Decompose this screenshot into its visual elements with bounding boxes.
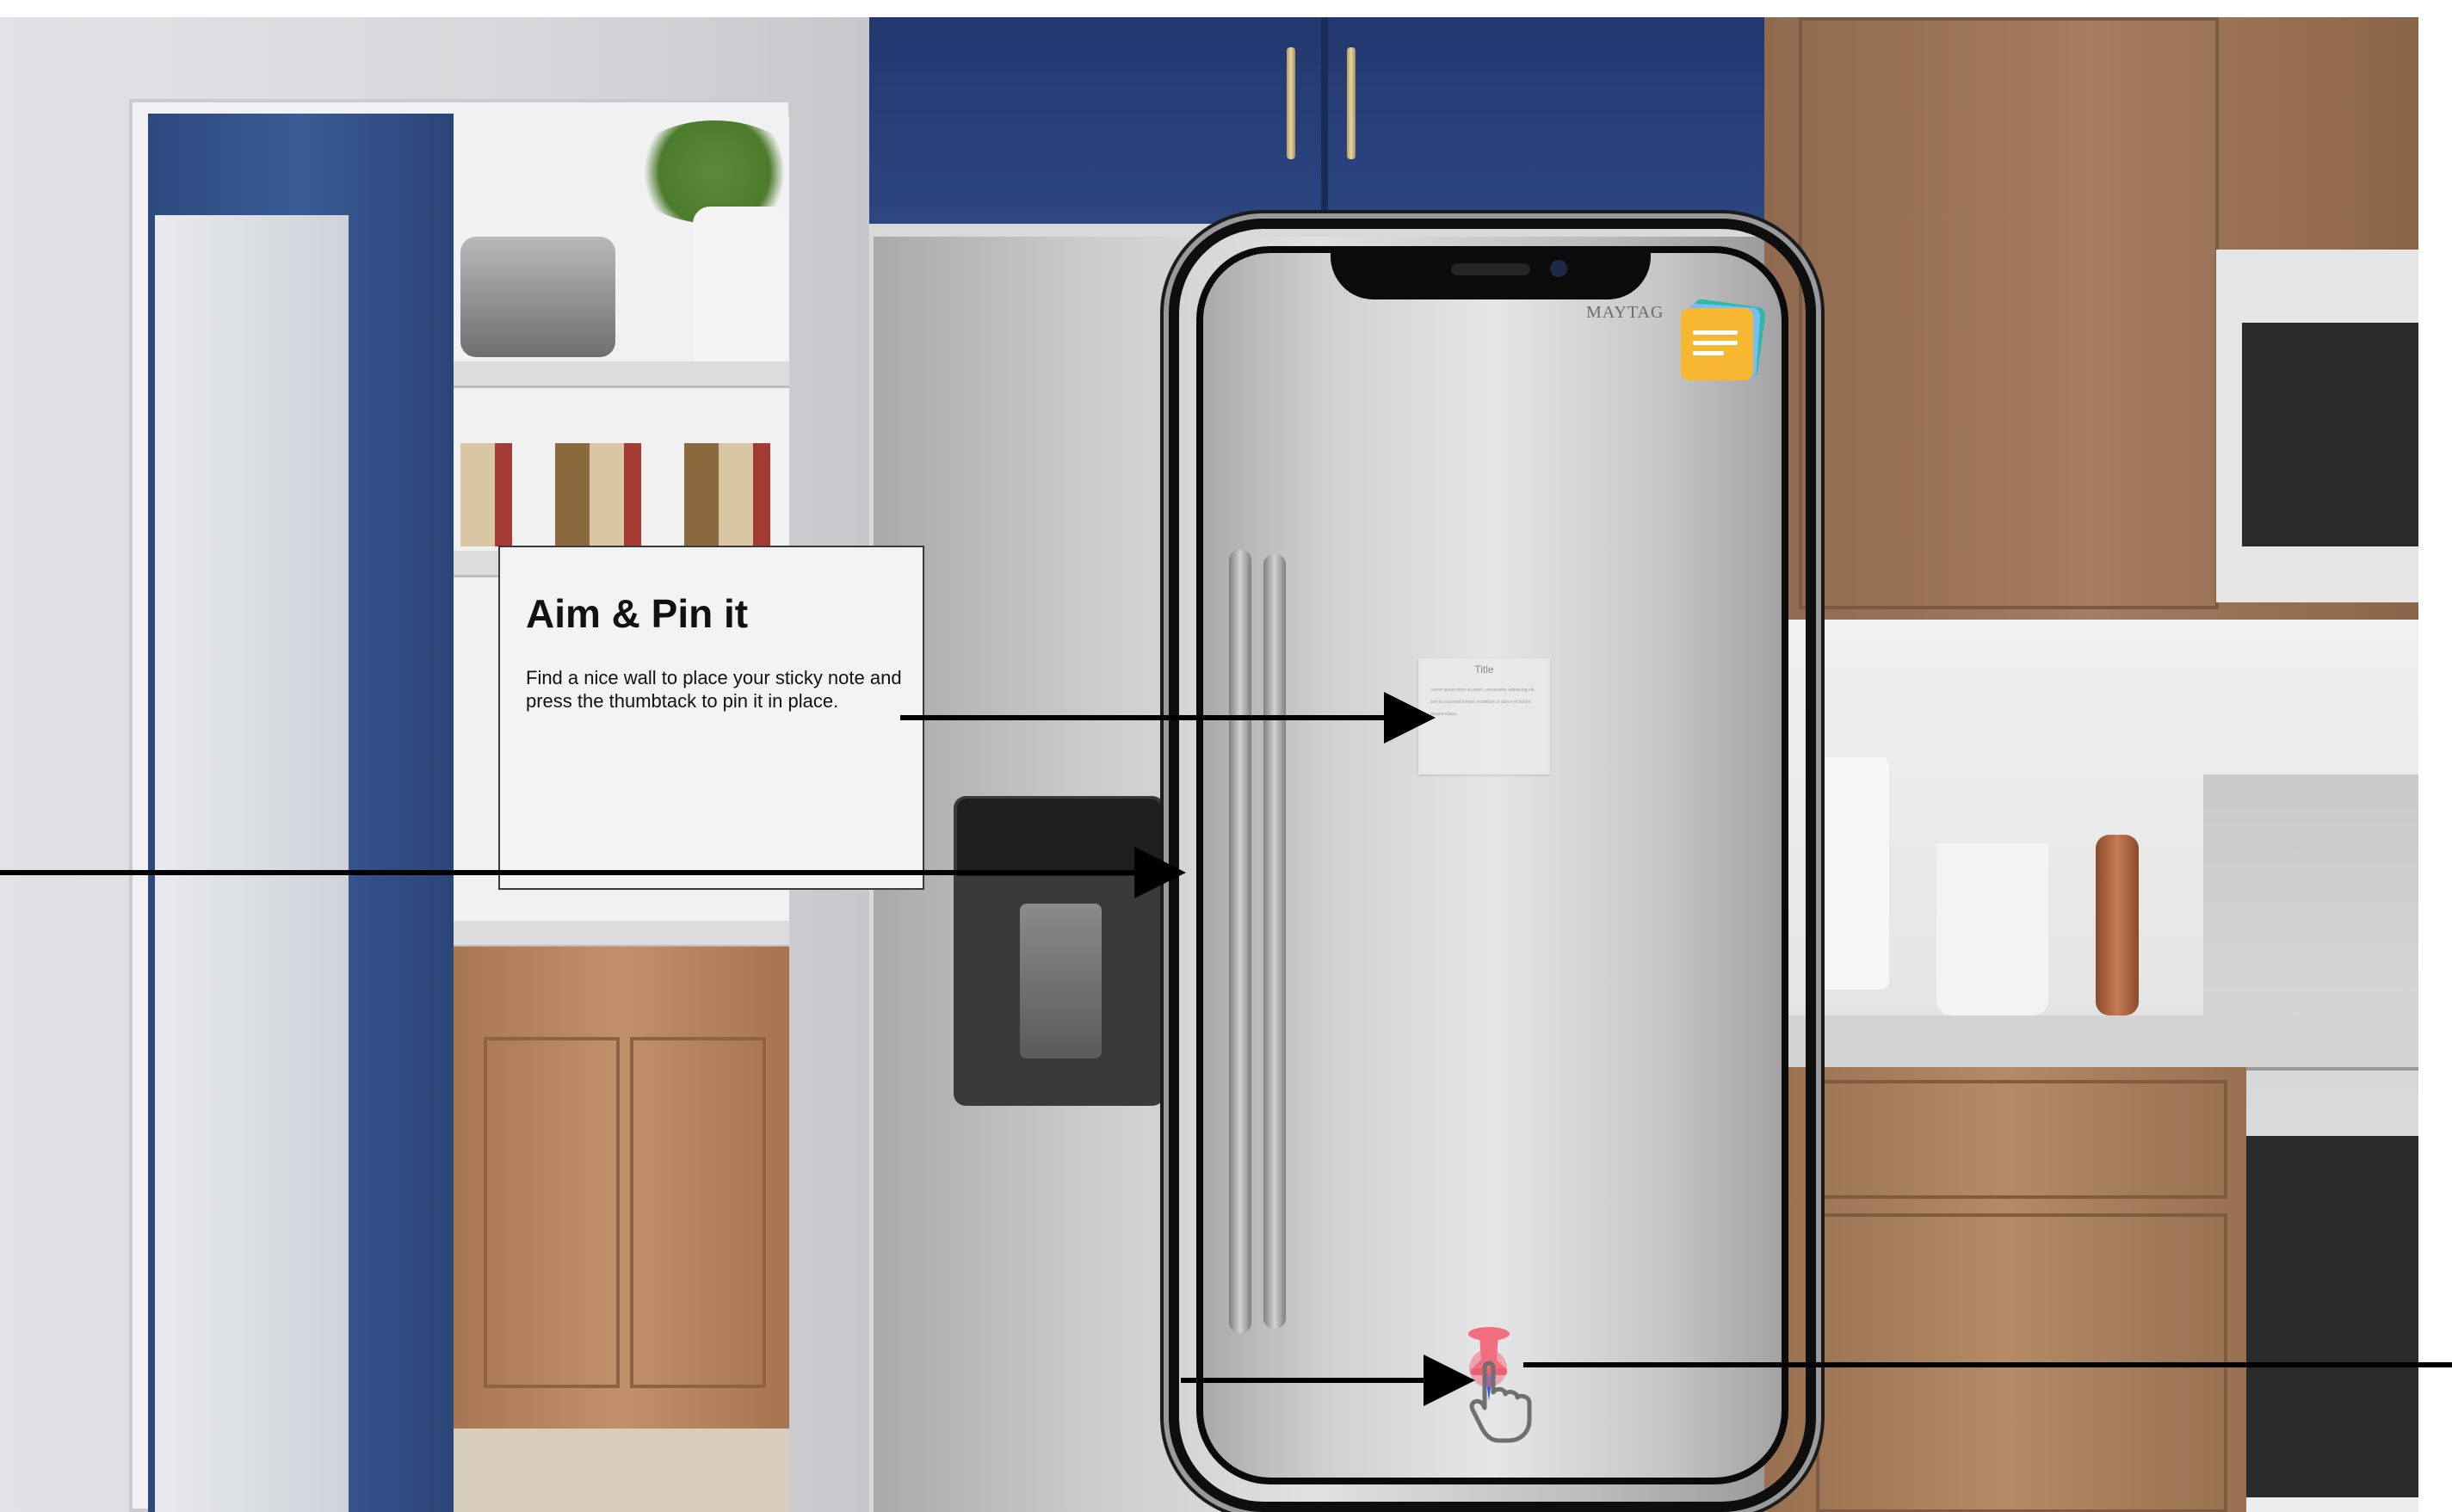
dispenser-panel xyxy=(957,799,1161,876)
dispenser-nozzle xyxy=(1020,904,1102,1058)
pantry-shelf xyxy=(454,921,789,947)
tutorial-title: Aim & Pin it xyxy=(526,591,749,636)
pepper-grinder xyxy=(2096,835,2139,1015)
sticky-note-title: Title xyxy=(1474,663,1494,676)
tutorial-body: Find a nice wall to place your sticky no… xyxy=(526,667,902,712)
fridge-handle xyxy=(1229,550,1251,1333)
phone-notch xyxy=(1331,250,1651,299)
floor xyxy=(454,1429,789,1512)
microwave xyxy=(2216,250,2418,602)
sticky-note-preview[interactable]: Title Lorem ipsum dolor sit amet, consec… xyxy=(1418,658,1550,775)
tutorial-callout: Aim & Pin it Find a nice wall to place y… xyxy=(498,546,924,890)
ar-camera-view xyxy=(1196,246,1788,1484)
thumbtack-pin-button[interactable] xyxy=(1459,1325,1536,1443)
fridge-brand-label: MAYTAG xyxy=(1586,303,1665,322)
utensil-crock xyxy=(1936,843,2048,1015)
sticky-notes-stack-icon[interactable] xyxy=(1681,298,1767,380)
slow-cooker xyxy=(460,237,615,357)
sliding-door-glass xyxy=(155,215,349,1512)
phone-mockup xyxy=(1169,219,1816,1512)
fridge-handle xyxy=(1263,554,1286,1329)
lower-cabinets xyxy=(1764,1067,2246,1512)
plant-vase xyxy=(693,207,787,370)
countertop xyxy=(1764,1015,2418,1071)
pantry-jars xyxy=(460,443,787,546)
paper-towel xyxy=(1816,757,1889,990)
upper-cabinets xyxy=(869,17,1764,224)
pantry-shelf xyxy=(454,361,789,388)
pantry-cabinet xyxy=(454,947,789,1429)
sticky-note-body: Lorem ipsum dolor sit amet, consectetur … xyxy=(1430,688,1535,717)
tap-hand-icon xyxy=(1469,1349,1532,1443)
